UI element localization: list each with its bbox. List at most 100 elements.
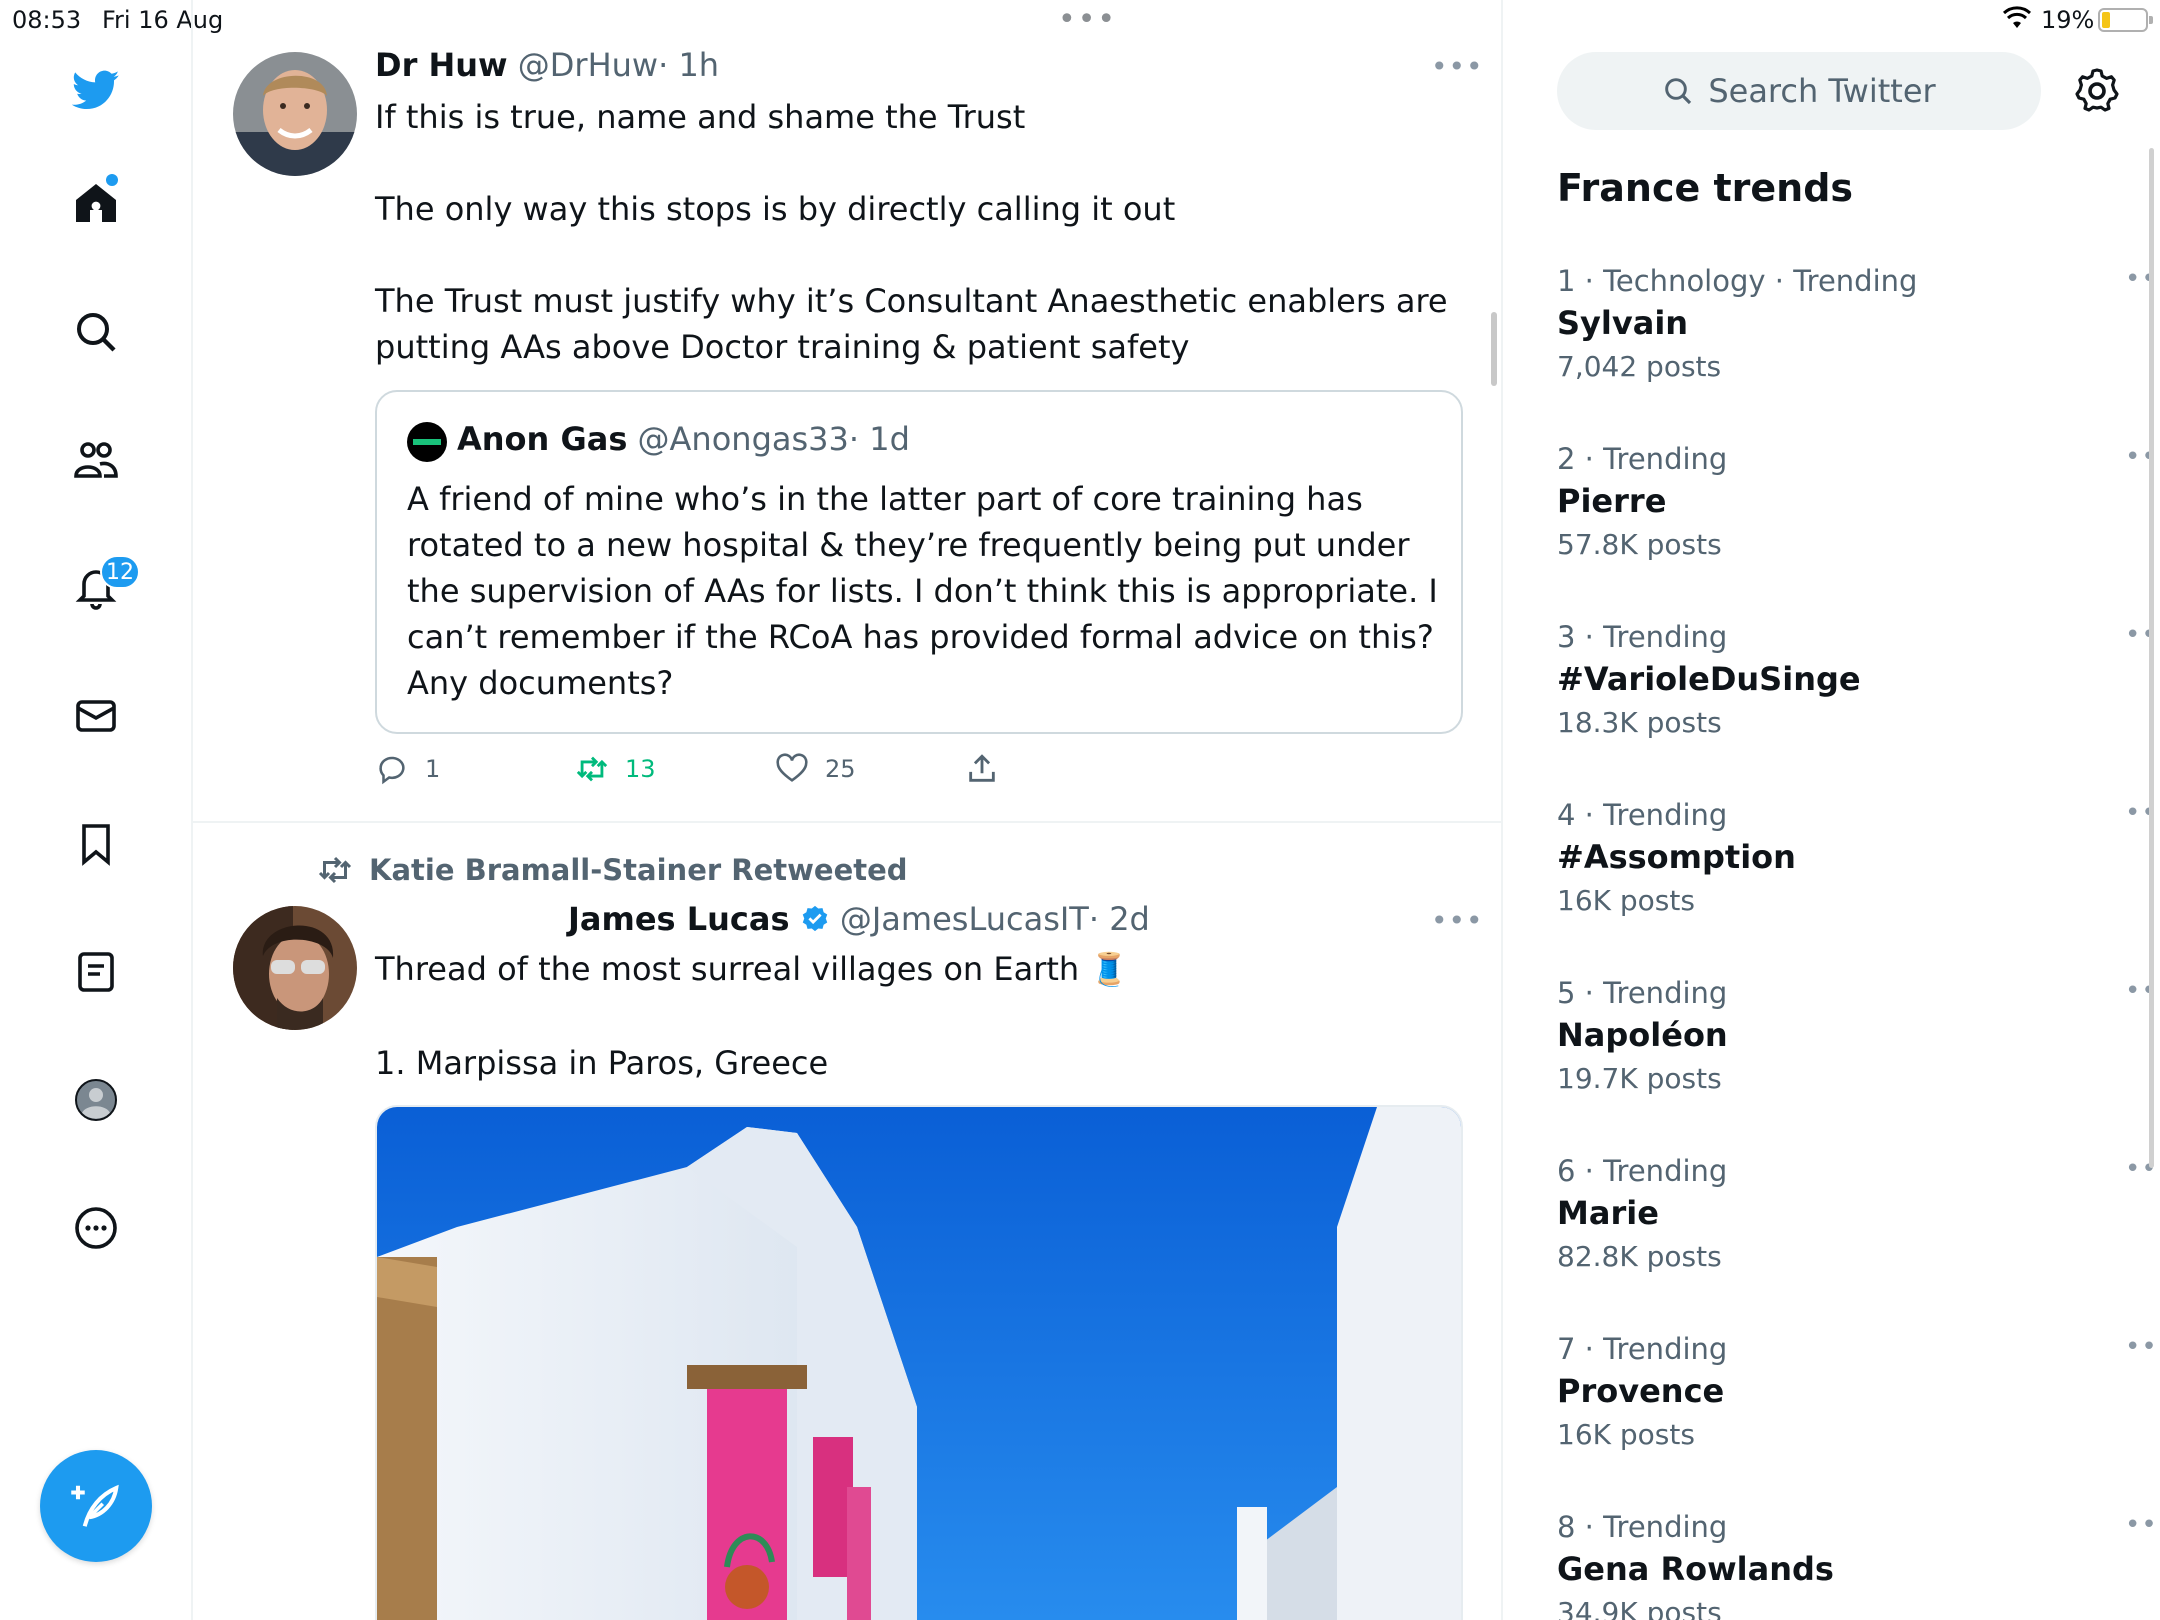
tweet-text-line1: Thread of the most surreal villages on E… — [375, 950, 1130, 988]
tweet-drhuw[interactable]: Dr Huw @DrHuw· 1h ••• If this is true, n… — [193, 0, 1501, 822]
village-photo-image — [377, 1107, 1461, 1620]
trend-meta: 8 · Trending — [1557, 1510, 1728, 1544]
retweet-button[interactable]: 13 — [575, 752, 656, 786]
retweeted-by-label: Katie Bramall-Stainer Retweeted — [369, 853, 908, 887]
more-options-icon[interactable] — [68, 1200, 124, 1256]
quoted-author-handle: @Anongas33 — [637, 420, 849, 458]
right-sidebar: Search Twitter France trends 1 · Technol… — [1505, 0, 2160, 1620]
trend-name: Napoléon — [1557, 1016, 1728, 1054]
trend-count: 34.9K posts — [1557, 1596, 1722, 1620]
trend-meta: 3 · Trending — [1557, 620, 1728, 654]
trend-meta: 1 · Technology · Trending — [1557, 264, 1918, 298]
author-handle[interactable]: @JamesLucasIT — [840, 900, 1089, 938]
home-unread-dot — [106, 174, 118, 186]
tweet-header: Dr Huw @DrHuw· 1h — [375, 46, 719, 84]
trend-item[interactable]: 8 · Trending Gena Rowlands 34.9K posts •… — [1557, 1510, 2160, 1620]
tweet-header: James Lucas @JamesLucasIT· 2d — [568, 900, 1150, 938]
tweet-text-line2: 1. Marpissa in Paros, Greece — [375, 1044, 829, 1082]
settings-gear-icon[interactable] — [2073, 66, 2121, 114]
trend-more-icon[interactable]: ••• — [2125, 1154, 2160, 1184]
quoted-avatar — [407, 422, 447, 462]
trend-name: #VarioleDuSinge — [1557, 660, 1861, 698]
trend-more-icon[interactable]: ••• — [2125, 976, 2160, 1006]
timeline[interactable]: Dr Huw @DrHuw· 1h ••• If this is true, n… — [193, 0, 1503, 1620]
trend-meta: 7 · Trending — [1557, 1332, 1728, 1366]
trend-more-icon[interactable]: ••• — [2125, 264, 2160, 294]
author-name[interactable]: Dr Huw — [375, 46, 508, 84]
avatar-jameslucas[interactable] — [233, 906, 357, 1030]
trend-item[interactable]: 3 · Trending #VarioleDuSinge 18.3K posts… — [1557, 620, 2160, 739]
retweet-count: 13 — [625, 755, 656, 783]
trend-item[interactable]: 1 · Technology · Trending Sylvain 7,042 … — [1557, 264, 2160, 383]
twitter-logo-icon[interactable] — [68, 62, 124, 118]
trend-name: Sylvain — [1557, 304, 1689, 342]
author-handle[interactable]: @DrHuw — [518, 46, 658, 84]
like-count: 25 — [825, 755, 856, 783]
quoted-header: Anon Gas @Anongas33· 1d — [457, 420, 910, 458]
trend-count: 7,042 posts — [1557, 350, 1722, 383]
trend-meta: 2 · Trending — [1557, 442, 1728, 476]
retweet-small-icon — [318, 856, 352, 884]
trend-count: 19.7K posts — [1557, 1062, 1722, 1095]
tweet-more-icon[interactable]: ••• — [1431, 904, 1484, 937]
author-name[interactable]: James Lucas — [568, 900, 790, 938]
trend-count: 57.8K posts — [1557, 528, 1722, 561]
trend-count: 18.3K posts — [1557, 706, 1722, 739]
quoted-author-name: Anon Gas — [457, 420, 628, 458]
trends-heading: France trends — [1557, 166, 1854, 210]
quoted-time: · 1d — [848, 420, 910, 458]
compose-tweet-button[interactable] — [40, 1450, 152, 1562]
quoted-tweet[interactable]: Anon Gas @Anongas33· 1d A friend of mine… — [375, 390, 1463, 734]
trend-name: Marie — [1557, 1194, 1659, 1232]
trend-more-icon[interactable]: ••• — [2125, 1510, 2160, 1540]
reply-icon — [379, 756, 405, 785]
search-icon[interactable] — [68, 304, 124, 360]
trend-meta: 4 · Trending — [1557, 798, 1728, 832]
trend-item[interactable]: 4 · Trending #Assomption 16K posts ••• — [1557, 798, 2160, 917]
messages-icon[interactable] — [68, 688, 124, 744]
trend-more-icon[interactable]: ••• — [2125, 442, 2160, 472]
tweet-text: If this is true, name and shame the Trus… — [375, 98, 1448, 366]
tweet-photo[interactable] — [375, 1105, 1463, 1620]
tweet-more-icon[interactable]: ••• — [1431, 50, 1484, 83]
communities-icon[interactable] — [68, 432, 124, 488]
search-field[interactable]: Search Twitter — [1557, 52, 2041, 130]
lists-icon[interactable] — [68, 944, 124, 1000]
reply-button[interactable]: 1 — [375, 752, 440, 786]
trend-meta: 6 · Trending — [1557, 1154, 1728, 1188]
reply-count: 1 — [425, 755, 441, 783]
share-button[interactable] — [965, 752, 999, 786]
tweet-actions: 1 13 25 — [375, 752, 1075, 792]
trend-name: Provence — [1557, 1372, 1725, 1410]
retweeted-by[interactable]: Katie Bramall-Stainer Retweeted — [317, 852, 908, 888]
trend-item[interactable]: 6 · Trending Marie 82.8K posts ••• — [1557, 1154, 2160, 1273]
timeline-scrollbar[interactable] — [1491, 312, 1497, 386]
compose-feather-icon — [71, 1484, 119, 1527]
quoted-text: A friend of mine who’s in the latter par… — [407, 480, 1438, 702]
notifications-badge: 12 — [100, 555, 140, 589]
sidebar-scrollbar[interactable] — [2149, 148, 2154, 1168]
trend-name: #Assomption — [1557, 838, 1796, 876]
profile-avatar-icon[interactable] — [68, 1072, 124, 1128]
trend-item[interactable]: 5 · Trending Napoléon 19.7K posts ••• — [1557, 976, 2160, 1095]
retweet-icon — [576, 756, 608, 782]
avatar-drhuw[interactable] — [233, 52, 357, 176]
heart-icon — [776, 753, 808, 782]
trend-more-icon[interactable]: ••• — [2125, 1332, 2160, 1362]
trend-count: 16K posts — [1557, 884, 1695, 917]
trend-item[interactable]: 7 · Trending Provence 16K posts ••• — [1557, 1332, 2160, 1451]
bookmarks-icon[interactable] — [68, 816, 124, 872]
tweet-time[interactable]: · 1h — [658, 46, 719, 84]
tweet-time[interactable]: · 2d — [1089, 900, 1150, 938]
left-navigation: 12 — [0, 0, 193, 1620]
trend-item[interactable]: 2 · Trending Pierre 57.8K posts ••• — [1557, 442, 2160, 561]
search-placeholder: Search Twitter — [1708, 72, 1936, 110]
trend-more-icon[interactable]: ••• — [2125, 798, 2160, 828]
share-icon — [969, 754, 995, 782]
search-icon — [1665, 78, 1692, 105]
trend-name: Gena Rowlands — [1557, 1550, 1834, 1588]
trend-name: Pierre — [1557, 482, 1667, 520]
verified-badge-icon — [802, 905, 827, 932]
trend-more-icon[interactable]: ••• — [2125, 620, 2160, 650]
like-button[interactable]: 25 — [775, 752, 856, 786]
